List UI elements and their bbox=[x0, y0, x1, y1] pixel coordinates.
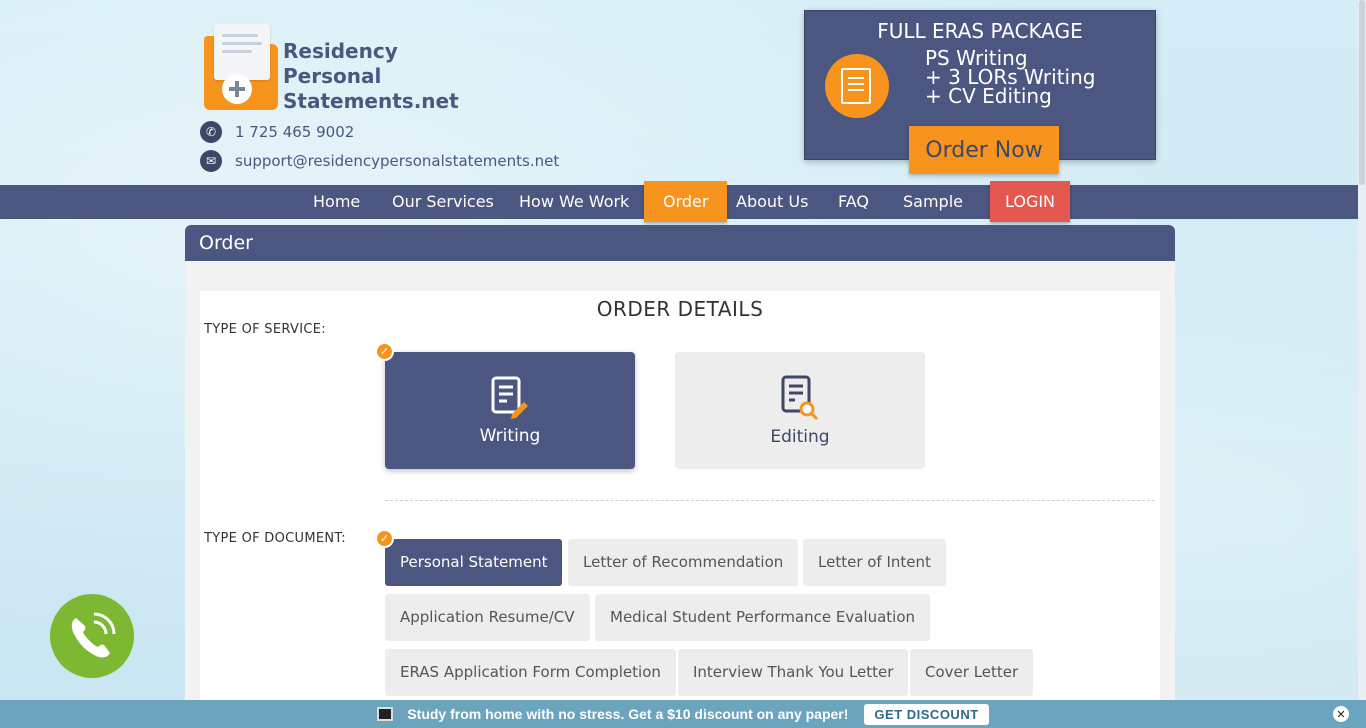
doc-personal-statement[interactable]: Personal Statement bbox=[385, 539, 563, 586]
checkmark-icon: ✓ bbox=[375, 529, 394, 548]
nav-faq[interactable]: FAQ bbox=[838, 185, 869, 219]
doc-mspe[interactable]: Medical Student Performance Evaluation bbox=[595, 594, 931, 641]
doc-letter-of-recommendation[interactable]: Letter of Recommendation bbox=[568, 539, 799, 586]
service-writing[interactable]: Writing bbox=[385, 352, 635, 469]
doc-eras-form-completion[interactable]: ERAS Application Form Completion bbox=[385, 649, 676, 696]
promo-text: Study from home with no stress. Get a $1… bbox=[407, 706, 849, 722]
doc-interview-thank-you[interactable]: Interview Thank You Letter bbox=[678, 649, 909, 696]
order-form: ORDER DETAILS TYPE OF SERVICE: ✓ Writing bbox=[200, 291, 1160, 711]
logo-line: Personal bbox=[283, 64, 382, 88]
logo-text: Residency Personal Statements.net bbox=[283, 39, 483, 114]
nav-our-services[interactable]: Our Services bbox=[392, 185, 494, 219]
nav-sample[interactable]: Sample bbox=[903, 185, 963, 219]
scrollbar-thumb[interactable] bbox=[1359, 0, 1365, 185]
checkmark-icon: ✓ bbox=[375, 342, 394, 361]
order-now-button[interactable]: Order Now bbox=[909, 126, 1059, 174]
laptop-icon bbox=[377, 707, 394, 721]
phone-number[interactable]: 1 725 465 9002 bbox=[235, 123, 354, 141]
document-pen-icon bbox=[491, 376, 528, 419]
main-nav: Home Our Services How We Work Order Abou… bbox=[0, 181, 1358, 222]
eras-title: FULL ERAS PACKAGE bbox=[877, 19, 1083, 43]
medical-plus-icon bbox=[222, 74, 252, 104]
envelope-icon: ✉ bbox=[200, 150, 222, 172]
order-details-heading: ORDER DETAILS bbox=[596, 297, 764, 321]
phone-icon: ✆ bbox=[200, 121, 222, 143]
document-type-label: TYPE OF DOCUMENT: bbox=[204, 531, 346, 546]
nav-about-us[interactable]: About Us bbox=[736, 185, 808, 219]
logo-line: Statements.net bbox=[283, 89, 459, 113]
phone-call-icon bbox=[71, 612, 116, 658]
document-icon bbox=[841, 68, 871, 104]
login-button[interactable]: LOGIN bbox=[990, 181, 1071, 222]
service-type-label: TYPE OF SERVICE: bbox=[204, 322, 326, 337]
nav-order[interactable]: Order bbox=[644, 181, 728, 222]
doc-cover-letter[interactable]: Cover Letter bbox=[910, 649, 1034, 696]
section-divider bbox=[385, 500, 1155, 501]
doc-application-resume[interactable]: Application Resume/CV bbox=[385, 594, 590, 641]
order-panel: Order ORDER DETAILS TYPE OF SERVICE: ✓ W… bbox=[185, 225, 1175, 711]
doc-letter-of-intent[interactable]: Letter of Intent bbox=[803, 539, 946, 586]
document-search-icon bbox=[781, 375, 819, 420]
get-discount-button[interactable]: GET DISCOUNT bbox=[864, 703, 989, 725]
logo-line: Residency bbox=[283, 39, 398, 63]
scrollbar[interactable] bbox=[1358, 0, 1366, 700]
site-logo[interactable]: Residency Personal Statements.net bbox=[200, 22, 480, 114]
contact-email[interactable]: ✉ support@residencypersonalstatements.ne… bbox=[200, 150, 559, 172]
eras-feature: + CV Editing bbox=[925, 84, 1052, 108]
folder-documents-icon bbox=[825, 54, 889, 118]
promo-bar: Study from home with no stress. Get a $1… bbox=[0, 700, 1366, 728]
eras-features: PS Writing + 3 LORs Writing + CV Editing bbox=[925, 48, 1095, 108]
eras-package-banner: FULL ERAS PACKAGE PS Writing + 3 LORs Wr… bbox=[804, 10, 1156, 174]
close-icon[interactable]: ✕ bbox=[1333, 706, 1349, 722]
email-address[interactable]: support@residencypersonalstatements.net bbox=[235, 152, 559, 170]
service-label: Editing bbox=[770, 426, 830, 447]
service-editing[interactable]: Editing bbox=[675, 352, 925, 469]
call-button[interactable] bbox=[50, 594, 134, 678]
nav-how-we-work[interactable]: How We Work bbox=[519, 185, 629, 219]
panel-title: Order bbox=[185, 225, 1175, 261]
contact-phone[interactable]: ✆ 1 725 465 9002 bbox=[200, 121, 354, 143]
nav-home[interactable]: Home bbox=[313, 185, 360, 219]
service-label: Writing bbox=[479, 425, 541, 446]
logo-paper-icon bbox=[214, 24, 270, 80]
